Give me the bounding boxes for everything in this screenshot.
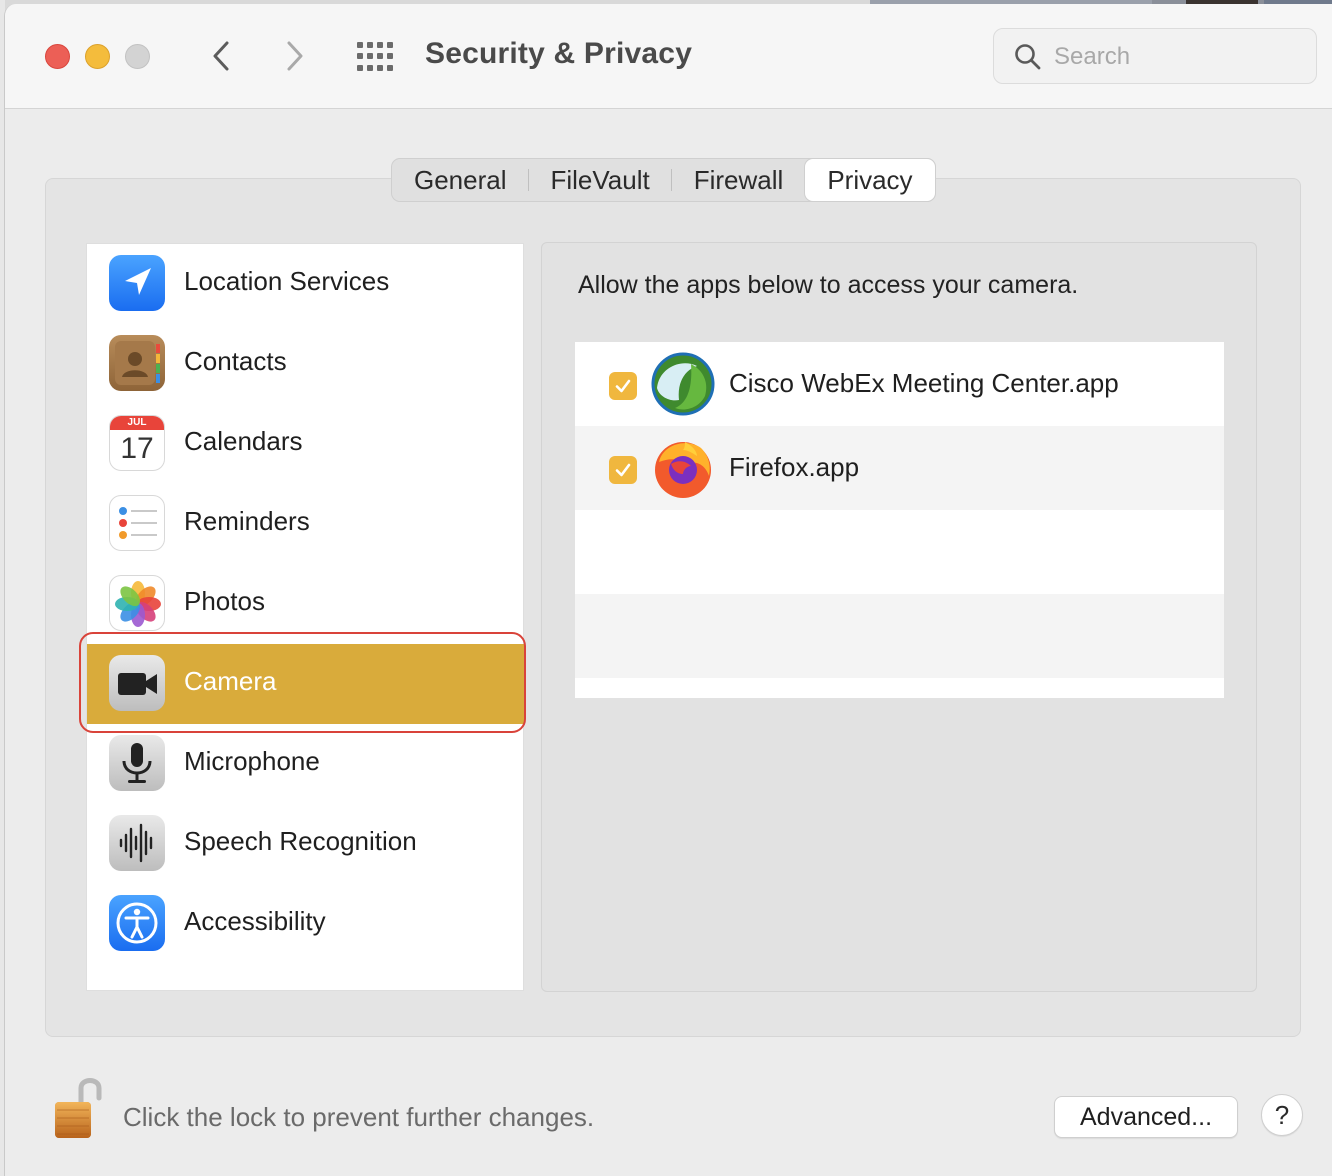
tab-filevault[interactable]: FileVault <box>529 159 672 201</box>
reminders-list-icon <box>109 495 165 551</box>
accessibility-person-icon <box>109 895 165 951</box>
category-calendars[interactable]: JUL 17 Calendars <box>87 404 525 484</box>
search-input[interactable] <box>1054 37 1294 77</box>
app-name: Cisco WebEx Meeting Center.app <box>729 368 1119 398</box>
category-accessibility[interactable]: Accessibility <box>87 884 525 964</box>
category-label: Speech Recognition <box>184 826 417 856</box>
tab-privacy[interactable]: Privacy <box>805 159 935 201</box>
calendar-icon: JUL 17 <box>109 415 165 471</box>
zoom-window-button[interactable] <box>125 44 150 69</box>
empty-row <box>575 594 1224 678</box>
checkmark-icon <box>615 379 631 393</box>
show-all-grid-icon[interactable] <box>357 42 395 72</box>
tab-bar: General FileVault Firewall Privacy <box>391 158 936 202</box>
search-field[interactable] <box>993 28 1317 84</box>
category-label: Contacts <box>184 346 287 376</box>
category-contacts[interactable]: Contacts <box>87 324 525 404</box>
minimize-window-button[interactable] <box>85 44 110 69</box>
category-label: Accessibility <box>184 906 326 936</box>
privacy-category-list: Location Services Contacts JUL 17 Calend… <box>86 243 525 991</box>
chevron-right-icon <box>287 41 303 71</box>
video-camera-icon <box>109 655 165 711</box>
location-arrow-icon <box>109 255 165 311</box>
app-row-firefox[interactable]: Firefox.app <box>575 426 1224 510</box>
webex-icon <box>651 352 715 416</box>
tab-general[interactable]: General <box>392 159 529 201</box>
tab-firewall[interactable]: Firewall <box>672 159 806 201</box>
forward-button[interactable] <box>277 38 313 74</box>
close-window-button[interactable] <box>45 44 70 69</box>
category-photos[interactable]: Photos <box>87 564 525 644</box>
category-label: Microphone <box>184 746 320 776</box>
camera-detail-pane: Allow the apps below to access your came… <box>541 242 1257 992</box>
category-location-services[interactable]: Location Services <box>87 244 525 324</box>
back-button[interactable] <box>203 38 239 74</box>
category-label: Reminders <box>184 506 310 536</box>
category-label: Calendars <box>184 426 303 456</box>
webex-permission-checkbox[interactable] <box>609 372 637 400</box>
app-name: Firefox.app <box>729 452 860 482</box>
category-camera[interactable]: Camera <box>87 644 525 724</box>
chevron-left-icon <box>213 41 229 71</box>
firefox-icon <box>655 442 711 498</box>
detail-description: Allow the apps below to access your came… <box>578 271 1079 299</box>
photos-flower-icon <box>109 575 165 631</box>
empty-row <box>575 510 1224 594</box>
firefox-permission-checkbox[interactable] <box>609 456 637 484</box>
category-label: Photos <box>184 586 265 616</box>
category-microphone[interactable]: Microphone <box>87 724 525 804</box>
category-reminders[interactable]: Reminders <box>87 484 525 564</box>
window-title: Security & Privacy <box>425 37 693 70</box>
app-row-webex[interactable]: Cisco WebEx Meeting Center.app <box>575 342 1224 426</box>
calendar-month: JUL <box>110 416 164 430</box>
microphone-icon <box>109 735 165 791</box>
app-permission-list: Cisco WebEx Meeting Center.app Firefox.a… <box>575 342 1224 698</box>
help-button[interactable]: ? <box>1261 1094 1303 1136</box>
lock-status-text: Click the lock to prevent further change… <box>123 1102 595 1132</box>
calendar-day: 17 <box>120 432 154 465</box>
contacts-book-icon <box>109 335 165 391</box>
category-label: Location Services <box>184 266 390 296</box>
title-bar: Security & Privacy <box>5 4 1332 109</box>
category-speech-recognition[interactable]: Speech Recognition <box>87 804 525 884</box>
preferences-window: Security & Privacy General FileVault Fir… <box>4 4 1332 1176</box>
category-label: Camera <box>184 666 277 696</box>
advanced-button[interactable]: Advanced... <box>1054 1096 1238 1138</box>
waveform-icon <box>109 815 165 871</box>
unlocked-padlock-icon[interactable] <box>51 1072 107 1144</box>
search-icon <box>1015 44 1041 70</box>
checkmark-icon <box>615 463 631 477</box>
